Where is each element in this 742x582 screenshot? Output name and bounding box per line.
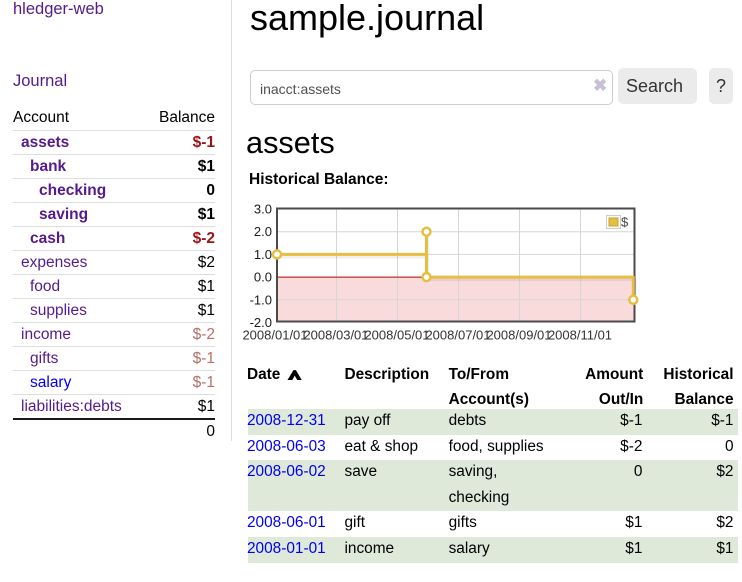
svg-text:2008/05/01: 2008/05/01 <box>364 328 429 343</box>
svg-text:3.0: 3.0 <box>254 201 272 216</box>
svg-text:2008/07/01: 2008/07/01 <box>425 328 490 343</box>
svg-text:2008/01/01: 2008/01/01 <box>242 328 307 343</box>
svg-text:2008/11/01: 2008/11/01 <box>548 328 612 343</box>
svg-text:2008/03/01: 2008/03/01 <box>303 328 368 343</box>
svg-text:2.0: 2.0 <box>254 224 272 239</box>
svg-text:-1.0: -1.0 <box>250 292 272 307</box>
svg-text:0.0: 0.0 <box>254 270 272 285</box>
svg-text:1.0: 1.0 <box>254 247 272 262</box>
svg-text:$: $ <box>621 215 629 230</box>
svg-text:2008/09/01: 2008/09/01 <box>486 328 551 343</box>
